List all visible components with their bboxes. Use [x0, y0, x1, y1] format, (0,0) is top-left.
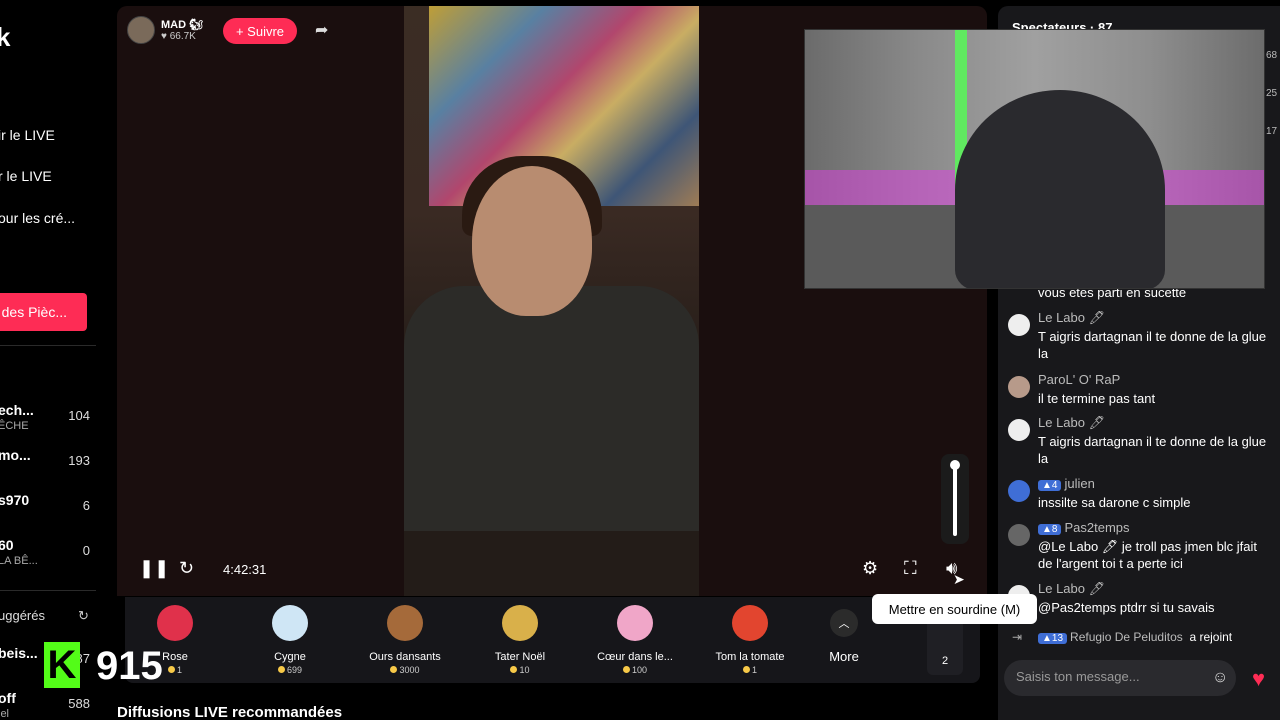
avatar[interactable] — [1008, 419, 1030, 441]
gift-item[interactable]: Tater Noël 10 — [470, 605, 570, 675]
coin-icon — [277, 666, 285, 673]
side-number: 68 — [1266, 50, 1278, 61]
kick-badge: K 915 — [44, 642, 172, 688]
follow-button[interactable]: + Suivre — [223, 18, 297, 44]
avatar[interactable] — [1008, 314, 1030, 336]
streamer-name[interactable]: MAD 🐿 — [161, 18, 203, 31]
level-badge: ▲13 — [1038, 633, 1068, 644]
gift-item[interactable]: Cœur dans le... 100 — [585, 605, 685, 675]
tomato-icon — [732, 605, 768, 641]
join-icon: ⇥ — [1012, 630, 1023, 644]
gift-item[interactable]: Cygne 699 — [240, 605, 340, 675]
level-badge: ▲8 — [1038, 524, 1062, 535]
person-silhouette — [955, 90, 1165, 288]
more-gifts-button[interactable]: ︿ More — [819, 609, 869, 664]
overlay-camera — [804, 29, 1265, 289]
volume-knob[interactable] — [950, 460, 960, 470]
coin-icon — [622, 666, 630, 673]
avatar[interactable] — [1008, 524, 1030, 546]
desk — [404, 531, 699, 596]
suggested-label: uggérés — [0, 608, 45, 623]
gift-item[interactable]: Ours dansants 3000 — [355, 605, 455, 675]
get-coins-button[interactable]: des Pièc... — [0, 293, 87, 331]
cursor-icon: ➤ — [953, 571, 965, 587]
kick-logo: K — [44, 642, 80, 688]
reload-icon[interactable]: ↻ — [179, 558, 194, 579]
emoji-icon[interactable]: ☺ — [1212, 669, 1228, 687]
chat-input-box[interactable]: ☺ — [1004, 660, 1236, 696]
chat-username[interactable]: Le Labo 🖊 — [1038, 581, 1105, 597]
kick-number: 915 — [96, 644, 163, 688]
account-item[interactable]: 60 LA BÊ... 0 — [0, 537, 96, 577]
streamer-avatar[interactable] — [127, 16, 155, 44]
mute-tooltip: Mettre en sourdine (M) — [872, 594, 1037, 624]
level-badge: ▲4 — [1038, 480, 1062, 491]
volume-track — [953, 464, 957, 536]
chat-username[interactable]: Le Labo 🖊 — [1038, 415, 1105, 431]
account-item[interactable]: mo... 193 — [0, 447, 96, 487]
recommended-lives-title: Diffusions LIVE recommandées — [117, 704, 343, 720]
streamer-face — [472, 166, 592, 316]
pause-icon[interactable]: ❚❚ — [139, 558, 169, 579]
streamer-body — [404, 286, 699, 546]
live-video[interactable] — [404, 6, 699, 596]
volume-slider[interactable] — [941, 454, 969, 544]
nav-link-live[interactable]: ir le LIVE — [0, 127, 55, 143]
coin-icon — [510, 666, 518, 673]
account-item[interactable]: s970 6 — [0, 492, 96, 532]
page: k ir le LIVE r le LIVE our les cré... de… — [0, 0, 1280, 720]
gift-item[interactable]: Tom la tomate 1 — [700, 605, 800, 675]
stream-timer: 4:42:31 — [223, 562, 267, 577]
chat-message-input[interactable] — [1016, 669, 1196, 684]
account-item[interactable]: ech... ÊCHE 104 — [0, 402, 96, 442]
chat-username[interactable]: ▲8 Pas2temps — [1038, 520, 1130, 535]
left-sidebar: k ir le LIVE r le LIVE our les cré... de… — [0, 0, 116, 720]
rose-icon — [157, 605, 193, 641]
swan-icon — [272, 605, 308, 641]
heart-icon: ♥ — [161, 31, 167, 42]
chat-username[interactable]: ▲4 julien — [1038, 476, 1095, 491]
avatar[interactable] — [1008, 376, 1030, 398]
divider — [0, 590, 96, 591]
join-notice: ▲13 Refugio De Peluditos a rejoint — [1038, 630, 1232, 644]
nav-link-creators[interactable]: our les cré... — [0, 210, 75, 226]
gift-bar: Rose 1 Cygne 699 Ours dansants 3000 Tate… — [125, 597, 980, 683]
tater-noel-icon — [502, 605, 538, 641]
nav-link-go-live[interactable]: r le LIVE — [0, 168, 52, 184]
settings-icon[interactable]: ⚙ — [862, 558, 878, 579]
dancing-bears-icon — [387, 605, 423, 641]
like-heart-icon[interactable]: ♥ — [1252, 666, 1265, 692]
chat-username[interactable]: ParoL' O' RaP — [1038, 372, 1120, 387]
heart-hands-icon — [617, 605, 653, 641]
streamer-likes: ♥ 66.7K — [161, 31, 196, 42]
divider — [0, 345, 96, 346]
share-icon[interactable]: ➦ — [315, 20, 328, 40]
side-number: 25 — [1266, 88, 1278, 99]
refresh-icon[interactable]: ↻ — [78, 608, 89, 624]
fullscreen-icon[interactable]: ⛶ — [904, 558, 917, 579]
logo[interactable]: k — [0, 22, 10, 53]
chevron-up-icon: ︿ — [830, 609, 858, 637]
account-item[interactable]: off iel 588 — [0, 690, 96, 720]
side-number: 17 — [1266, 126, 1278, 137]
streamer-info[interactable]: MAD 🐿 ♥ 66.7K — [127, 16, 203, 44]
avatar[interactable] — [1008, 480, 1030, 502]
coin-icon — [742, 666, 750, 673]
chat-username[interactable]: Le Labo 🖊 — [1038, 310, 1105, 326]
coin-icon — [390, 666, 398, 673]
